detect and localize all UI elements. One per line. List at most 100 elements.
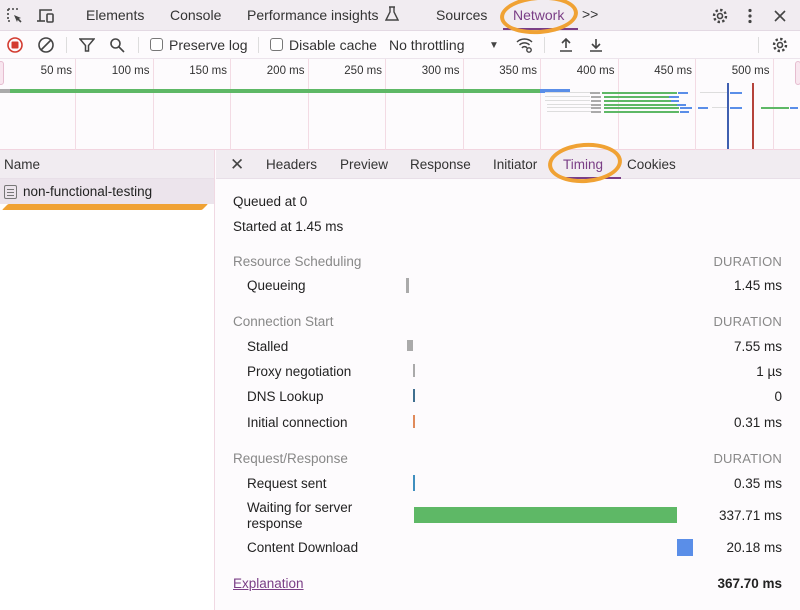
search-icon[interactable] bbox=[107, 35, 127, 55]
overview-tick-label: 100 ms bbox=[111, 65, 150, 77]
overview-tick-label: 350 ms bbox=[499, 65, 537, 77]
overview-tick-label: 400 ms bbox=[576, 65, 615, 77]
timing-bar-initial-connection bbox=[413, 415, 415, 428]
active-tab-indicator bbox=[503, 28, 578, 30]
overview-request-bar bbox=[591, 111, 601, 113]
overview-request-bar bbox=[545, 92, 595, 93]
timing-bar-content-download bbox=[677, 539, 693, 556]
toolbar-divider bbox=[66, 37, 67, 53]
clear-icon[interactable] bbox=[36, 35, 56, 55]
overview-left-handle[interactable] bbox=[0, 61, 4, 85]
overview-request-bar bbox=[761, 107, 789, 109]
disable-cache-checkbox[interactable] bbox=[270, 38, 283, 51]
overview-request-bar bbox=[604, 111, 679, 113]
timing-value-dns-lookup: 0 bbox=[774, 389, 782, 404]
filter-icon[interactable] bbox=[77, 35, 97, 55]
devtools-tab-bar: Elements Console Performance insights So… bbox=[0, 0, 800, 31]
close-devtools-icon[interactable] bbox=[770, 6, 790, 26]
overview-request-bar bbox=[604, 96, 669, 98]
overview-request-bar bbox=[591, 104, 601, 106]
overview-request-bar bbox=[604, 100, 671, 102]
overview-request-bar bbox=[730, 92, 742, 94]
tab-cookies[interactable]: Cookies bbox=[627, 157, 676, 172]
request-row[interactable]: non-functional-testing bbox=[0, 179, 214, 204]
overview-request-bar bbox=[604, 107, 679, 109]
network-overview-timeline[interactable]: 50 ms 100 ms 150 ms 200 ms 250 ms 300 ms 350 m… bbox=[0, 59, 800, 150]
timing-value-initial-connection: 0.31 ms bbox=[733, 415, 782, 430]
timing-bar-waiting bbox=[413, 507, 678, 523]
preserve-log-label[interactable]: Preserve log bbox=[169, 37, 248, 53]
overview-request-bar bbox=[678, 92, 688, 94]
overview-gridline bbox=[152, 59, 154, 150]
throttling-select[interactable]: No throttling bbox=[389, 37, 464, 53]
overview-gridline bbox=[695, 59, 696, 150]
timing-row-label-queueing: Queueing bbox=[247, 278, 306, 293]
load-event-marker bbox=[752, 83, 754, 149]
overview-request-bar bbox=[680, 111, 689, 113]
disable-cache-label[interactable]: Disable cache bbox=[289, 37, 377, 53]
device-toolbar-icon[interactable] bbox=[36, 6, 56, 26]
section-title-request-response: Request/Response bbox=[233, 451, 348, 466]
overview-request-bar bbox=[677, 104, 686, 106]
explanation-link[interactable]: Explanation bbox=[233, 576, 304, 591]
overview-request-bar bbox=[790, 107, 798, 109]
import-har-upload-icon[interactable] bbox=[556, 35, 576, 55]
export-har-download-icon[interactable] bbox=[586, 35, 606, 55]
settings-gear-icon[interactable] bbox=[710, 6, 730, 26]
timing-row-label-stalled: Stalled bbox=[247, 339, 289, 354]
close-details-icon[interactable]: ✕ bbox=[230, 155, 244, 175]
toolbar-divider bbox=[544, 37, 545, 53]
overview-gridline bbox=[772, 59, 774, 150]
overview-request-bar bbox=[698, 107, 708, 109]
overview-tick-label: 150 ms bbox=[189, 65, 227, 77]
overview-request-bar bbox=[712, 107, 727, 108]
record-stop-icon[interactable] bbox=[5, 35, 25, 55]
timing-bar-proxy-negotiation bbox=[413, 364, 415, 377]
overview-gridline bbox=[230, 59, 231, 150]
overview-request-bar bbox=[602, 92, 677, 94]
tab-console[interactable]: Console bbox=[170, 7, 221, 23]
flask-icon bbox=[384, 6, 400, 25]
timing-row-label-initial-connection: Initial connection bbox=[247, 415, 348, 430]
overview-gridline bbox=[462, 59, 464, 150]
tab-preview[interactable]: Preview bbox=[340, 157, 388, 172]
overview-request-bar bbox=[547, 111, 592, 112]
tab-sources[interactable]: Sources bbox=[436, 7, 487, 23]
overview-request-bar bbox=[545, 96, 590, 97]
tab-response[interactable]: Response bbox=[410, 157, 471, 172]
inspect-element-icon[interactable] bbox=[5, 6, 25, 26]
tab-elements[interactable]: Elements bbox=[86, 7, 144, 23]
overview-request-bar bbox=[547, 104, 592, 105]
kebab-menu-icon[interactable] bbox=[740, 6, 760, 26]
tab-timing[interactable]: Timing bbox=[563, 157, 603, 172]
tab-headers[interactable]: Headers bbox=[266, 157, 317, 172]
overview-gridline bbox=[540, 59, 541, 150]
timing-bar-stalled bbox=[407, 340, 414, 351]
preserve-log-checkbox[interactable] bbox=[150, 38, 163, 51]
name-column-header[interactable]: Name bbox=[0, 150, 214, 179]
dropdown-caret-icon[interactable]: ▼ bbox=[489, 40, 499, 51]
tab-initiator[interactable]: Initiator bbox=[493, 157, 537, 172]
overview-request-bar bbox=[0, 89, 10, 93]
overview-request-bar bbox=[591, 96, 601, 98]
toolbar-divider bbox=[258, 37, 259, 53]
timing-value-content-download: 20.18 ms bbox=[726, 540, 782, 555]
timing-value-waiting: 337.71 ms bbox=[718, 508, 782, 523]
more-tabs-chevrons-icon[interactable]: >> bbox=[582, 6, 598, 22]
network-conditions-icon[interactable] bbox=[515, 35, 535, 55]
overview-request-bar bbox=[604, 104, 677, 106]
section-title-resource-scheduling: Resource Scheduling bbox=[233, 254, 362, 269]
section-title-connection-start: Connection Start bbox=[233, 314, 334, 329]
duration-header: DURATION bbox=[713, 254, 782, 269]
details-tab-bar: ✕ Headers Preview Response Initiator Tim… bbox=[216, 150, 800, 179]
tab-performance-insights[interactable]: Performance insights bbox=[247, 7, 379, 23]
timing-bar-queueing bbox=[406, 278, 409, 293]
timing-value-stalled: 7.55 ms bbox=[733, 339, 782, 354]
timing-bar-request-sent bbox=[413, 475, 415, 491]
overview-gridline bbox=[385, 59, 386, 150]
overview-right-handle[interactable] bbox=[795, 61, 800, 85]
tab-network[interactable]: Network bbox=[513, 7, 564, 23]
network-settings-gear-icon[interactable] bbox=[770, 35, 790, 55]
timing-bar-dns-lookup bbox=[413, 389, 415, 402]
overview-request-bar bbox=[730, 107, 742, 109]
